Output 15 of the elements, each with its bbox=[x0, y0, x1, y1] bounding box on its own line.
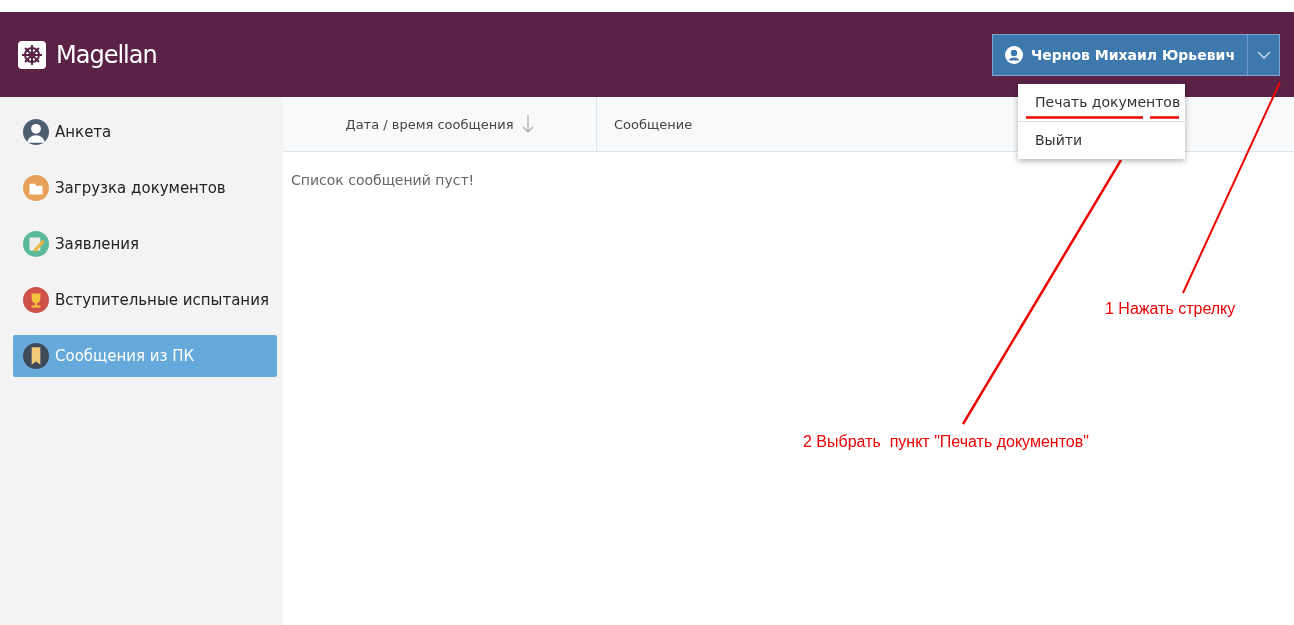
sidebar-item[interactable]: Заявления bbox=[13, 223, 277, 265]
app-title: Magellan bbox=[56, 40, 157, 69]
annotation-text: 1 Нажать стрелку bbox=[1105, 300, 1236, 318]
sidebar-item[interactable]: Вступительные испытания bbox=[13, 279, 277, 321]
chevron-down-icon bbox=[1256, 50, 1271, 59]
user-icon bbox=[1004, 45, 1023, 64]
column-header[interactable]: Дата / время сообщения bbox=[283, 97, 597, 151]
menu-item[interactable]: Печать документов bbox=[1018, 84, 1185, 121]
ship-wheel-logo-icon bbox=[18, 40, 46, 69]
menu-item[interactable]: Выйти bbox=[1018, 121, 1185, 159]
sidebar-item[interactable]: Загрузка документов bbox=[13, 167, 277, 209]
annotation-text: 2 Выбрать пункт "Печать документов" bbox=[803, 433, 1089, 451]
sidebar-item[interactable]: Анкета bbox=[13, 111, 277, 153]
column-header[interactable]: Сообщение bbox=[597, 97, 693, 151]
empty-list-message: Список сообщений пуст! bbox=[291, 172, 476, 188]
